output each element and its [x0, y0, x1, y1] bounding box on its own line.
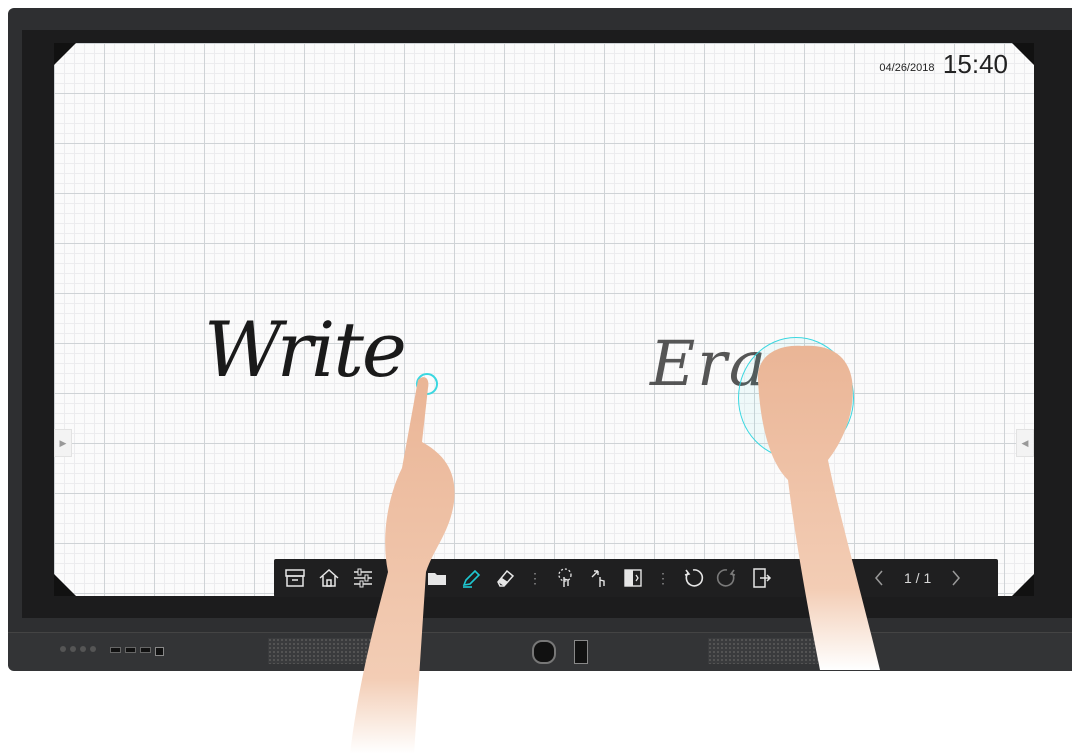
screen-corner-br	[1012, 574, 1034, 596]
screen-corner-bl	[54, 574, 76, 596]
status-clock: 04/26/2018 15:40	[879, 49, 1008, 80]
status-date: 04/26/2018	[879, 62, 935, 74]
usb-ports	[110, 647, 164, 656]
camera-lens	[532, 640, 556, 664]
page-indicator: 1 / 1	[904, 570, 932, 586]
status-time: 15:40	[942, 49, 1008, 79]
undo-icon[interactable]	[676, 559, 710, 597]
resize-icon[interactable]	[582, 559, 616, 597]
left-edge-handle[interactable]: ▶	[54, 429, 72, 457]
next-page-icon[interactable]	[939, 559, 973, 597]
split-icon[interactable]	[616, 559, 650, 597]
toolbar-more-1[interactable]: ⋮	[522, 570, 548, 587]
select-icon[interactable]	[548, 559, 582, 597]
redo-icon[interactable]	[710, 559, 744, 597]
toolbar-more-2[interactable]: ⋮	[650, 570, 676, 587]
screen-corner-tl	[54, 43, 76, 65]
eraser-icon[interactable]	[488, 559, 522, 597]
right-edge-handle[interactable]: ◀	[1016, 429, 1034, 457]
screen-corner-tr	[1012, 43, 1034, 65]
front-buttons	[60, 646, 96, 652]
fingerprint-sensor	[574, 640, 588, 664]
archive-icon[interactable]	[278, 559, 312, 597]
